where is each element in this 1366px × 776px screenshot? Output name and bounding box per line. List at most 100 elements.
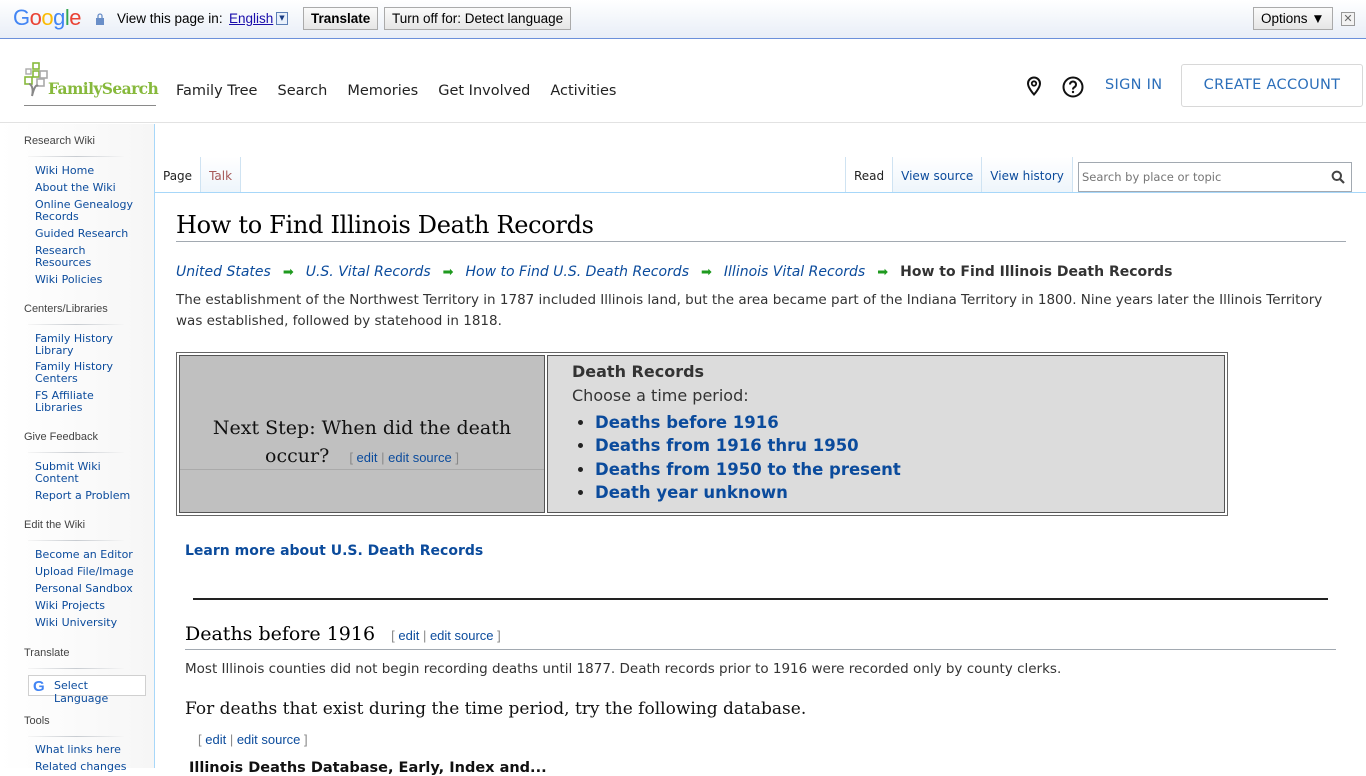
- sidebar-item-research-resources[interactable]: Research Resources: [35, 245, 105, 269]
- divider: [28, 324, 124, 325]
- main-nav: Family Tree Search Memories Get Involved…: [176, 83, 636, 99]
- search-icon[interactable]: [1331, 170, 1345, 184]
- sidebar-group-edit-wiki: Edit the Wiki: [24, 519, 86, 531]
- familysearch-logo[interactable]: FamilySearch: [24, 62, 159, 106]
- edit-link[interactable]: edit: [205, 732, 226, 747]
- edit-source-link[interactable]: edit source: [388, 450, 452, 465]
- next-step-heading: Next Step: When did the death occur? [ e…: [180, 414, 544, 472]
- horizontal-rule: [193, 598, 1328, 600]
- sign-in-link[interactable]: SIGN IN: [1105, 77, 1162, 93]
- section-edit-links: [ edit | edit source ]: [349, 450, 459, 465]
- next-step-cell: Next Step: When did the death occur? [ e…: [179, 355, 545, 513]
- sidebar-item-related-changes[interactable]: Related changes: [35, 761, 145, 773]
- sidebar-item-about-wiki[interactable]: About the Wiki: [35, 182, 145, 194]
- translate-button[interactable]: Translate: [303, 7, 379, 30]
- nav-family-tree[interactable]: Family Tree: [176, 83, 257, 99]
- turn-off-button[interactable]: Turn off for: Detect language: [384, 7, 572, 30]
- database-title: Illinois Deaths Database, Early, Index a…: [189, 760, 547, 776]
- section-heading: Deaths before 1916 [ edit | edit source …: [185, 623, 1336, 650]
- sidebar-group-feedback: Give Feedback: [24, 431, 98, 443]
- tab-talk[interactable]: Talk: [201, 157, 242, 192]
- breadcrumb-united-states[interactable]: United States: [176, 264, 271, 280]
- section-title: Deaths before 1916: [185, 623, 376, 645]
- sidebar-item-personal-sandbox[interactable]: Personal Sandbox: [35, 583, 145, 595]
- nav-activities[interactable]: Activities: [550, 83, 616, 99]
- select-language-dropdown[interactable]: G Select Language: [28, 675, 146, 705]
- location-pin-icon[interactable]: [1026, 76, 1042, 96]
- sidebar-item-upload-file[interactable]: Upload File/Image: [35, 566, 145, 578]
- period-link-unknown[interactable]: Death year unknown: [595, 483, 788, 502]
- death-records-cell: Death Records Choose a time period: Deat…: [547, 355, 1225, 513]
- search-input[interactable]: [1082, 164, 1322, 190]
- sidebar-item-online-genealogy-records[interactable]: Online Genealogy Records: [35, 199, 135, 223]
- translate-bar: Google View this page in: English ▼ Tran…: [0, 0, 1366, 39]
- breadcrumb-us-death-records[interactable]: How to Find U.S. Death Records: [466, 264, 689, 280]
- nav-memories[interactable]: Memories: [347, 83, 418, 99]
- sidebar-group-centers: Centers/Libraries: [24, 303, 108, 315]
- divider: [28, 668, 124, 669]
- period-link-before-1916[interactable]: Deaths before 1916: [595, 413, 779, 432]
- list-item: Deaths from 1950 to the present: [595, 458, 901, 481]
- period-link-1950-present[interactable]: Deaths from 1950 to the present: [595, 460, 901, 479]
- options-button[interactable]: Options ▼: [1253, 7, 1333, 30]
- sidebar-item-guided-research[interactable]: Guided Research: [35, 228, 145, 240]
- intro-paragraph: The establishment of the Northwest Terri…: [176, 292, 1323, 329]
- period-list: Deaths before 1916 Deaths from 1916 thru…: [595, 411, 901, 504]
- sidebar-item-fs-affiliate-libraries[interactable]: FS Affiliate Libraries: [35, 390, 105, 414]
- death-records-heading: Death Records: [572, 362, 705, 381]
- list-item: Deaths from 1916 thru 1950: [595, 434, 901, 457]
- tab-read[interactable]: Read: [845, 157, 894, 192]
- create-account-button[interactable]: CREATE ACCOUNT: [1181, 64, 1363, 107]
- tab-page[interactable]: Page: [155, 157, 202, 192]
- breadcrumb-us-vital-records[interactable]: U.S. Vital Records: [306, 264, 431, 280]
- google-g-icon: G: [33, 678, 45, 695]
- divider: [180, 469, 544, 470]
- tab-view-source[interactable]: View source: [893, 157, 983, 192]
- nav-get-involved[interactable]: Get Involved: [438, 83, 530, 99]
- sidebar-item-family-history-library[interactable]: Family History Library: [35, 333, 120, 357]
- sidebar-group-tools: Tools: [24, 715, 50, 727]
- database-intro: For deaths that exist during the time pe…: [185, 699, 807, 719]
- sidebar-item-become-editor[interactable]: Become an Editor: [35, 549, 145, 561]
- sidebar-item-what-links-here[interactable]: What links here: [35, 744, 145, 756]
- learn-more-link[interactable]: Learn more about U.S. Death Records: [185, 543, 483, 559]
- edit-link[interactable]: edit: [398, 628, 419, 643]
- list-item: Death year unknown: [595, 481, 901, 504]
- view-tabs: Read View source View history: [845, 157, 1073, 192]
- sidebar-item-wiki-projects[interactable]: Wiki Projects: [35, 600, 145, 612]
- choose-period-label: Choose a time period:: [572, 386, 749, 405]
- divider: [28, 540, 124, 541]
- period-link-1916-1950[interactable]: Deaths from 1916 thru 1950: [595, 436, 859, 455]
- edit-link[interactable]: edit: [357, 450, 378, 465]
- page-title: How to Find Illinois Death Records: [176, 211, 1346, 242]
- sidebar-group-research-wiki: Research Wiki: [24, 135, 95, 147]
- sidebar-item-report-problem[interactable]: Report a Problem: [35, 490, 145, 502]
- google-logo: Google: [13, 5, 82, 30]
- tree-logo-icon: [24, 62, 48, 97]
- lock-icon: [96, 13, 104, 25]
- logo-text: FamilySearch: [48, 79, 159, 98]
- edit-source-link[interactable]: edit source: [237, 732, 301, 747]
- arrow-right-icon: ➡: [442, 265, 454, 280]
- edit-source-link[interactable]: edit source: [430, 628, 494, 643]
- language-link[interactable]: English: [229, 11, 273, 26]
- sidebar-item-wiki-home[interactable]: Wiki Home: [35, 165, 145, 177]
- language-dropdown-icon[interactable]: ▼: [276, 12, 288, 25]
- sidebar: Research Wiki Wiki Home About the Wiki O…: [0, 124, 155, 773]
- select-language-label: Select Language: [54, 679, 109, 705]
- tab-view-history[interactable]: View history: [982, 157, 1073, 192]
- sidebar-item-submit-wiki-content[interactable]: Submit Wiki Content: [35, 461, 105, 485]
- main-content: How to Find Illinois Death Records Unite…: [156, 193, 1366, 776]
- sidebar-item-family-history-centers[interactable]: Family History Centers: [35, 361, 120, 385]
- arrow-right-icon: ➡: [282, 265, 294, 280]
- divider: [28, 156, 124, 157]
- sidebar-item-wiki-university[interactable]: Wiki University: [35, 617, 145, 629]
- help-icon[interactable]: [1062, 76, 1084, 98]
- breadcrumb-illinois-vital-records[interactable]: Illinois Vital Records: [724, 264, 865, 280]
- nav-search[interactable]: Search: [277, 83, 327, 99]
- breadcrumb: United States ➡ U.S. Vital Records ➡ How to …: [176, 264, 1172, 280]
- divider: [28, 452, 124, 453]
- section-edit-links: [ edit | edit source ]: [391, 628, 501, 643]
- sidebar-item-wiki-policies[interactable]: Wiki Policies: [35, 274, 145, 286]
- close-icon[interactable]: ✕: [1341, 12, 1355, 26]
